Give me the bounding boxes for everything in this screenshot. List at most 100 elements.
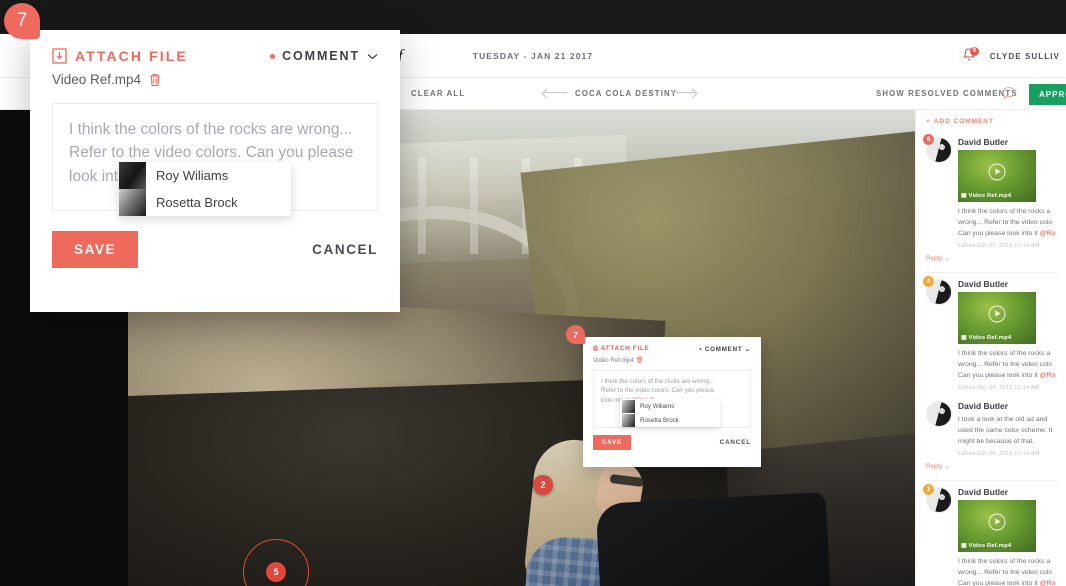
annotation-pin-5[interactable]: 5 [266, 562, 286, 582]
comment-type-label: COMMENT [282, 49, 360, 63]
mini-cancel-button[interactable]: CANCEL [720, 439, 751, 446]
chevron-down-icon: ⌄ [745, 345, 751, 353]
plus-icon: + [926, 118, 931, 125]
mini-suggestion-item[interactable]: Roy Wiliams [620, 399, 720, 413]
comment-mention: @Ro [1039, 372, 1056, 379]
video-attachment-thumbnail[interactable]: ▣ Video Ref.mp4 [958, 500, 1036, 552]
comment-timestamp: Edited Dec 28, 2016 10:14 AM [958, 451, 1040, 457]
comment-bubble-icon[interactable] [1001, 86, 1017, 100]
comment-timestamp: Edited Dec 29, 2016 10:14 AM [958, 243, 1040, 249]
comment-modal[interactable]: ATTACH FILE COMMENT Video Ref.mp4 I thin… [30, 30, 400, 312]
comment-mention: @Ro [1039, 230, 1056, 237]
mini-file-name: Video Ref.mp4 [593, 357, 634, 364]
avatar [926, 401, 952, 427]
trash-icon[interactable] [149, 73, 161, 87]
comment-textarea[interactable]: I think the colors of the rocks are wron… [52, 103, 378, 216]
avatar [622, 399, 635, 413]
mini-comment-type-dropdown[interactable]: • COMMENT ⌄ [699, 346, 751, 353]
reply-button[interactable]: Reply ⌄ [926, 462, 1058, 470]
attach-file-icon [52, 48, 67, 64]
attached-file-row: Video Ref.mp4 [30, 64, 400, 87]
photo-person-legs [595, 492, 831, 586]
comment-item[interactable]: 4 David Butler ▣ Video Ref.mp4 I think t… [916, 273, 1066, 395]
play-icon[interactable] [988, 305, 1006, 323]
comment-status-dot-icon [270, 53, 276, 59]
chevron-down-icon [367, 53, 378, 60]
comment-type-dropdown[interactable]: COMMENT [270, 49, 378, 63]
mini-modal-footer: SAVE CANCEL [583, 428, 761, 450]
mini-suggestion-item[interactable]: Rosetta Brock [620, 413, 720, 427]
attachment-file-name: ▣ Video Ref.mp4 [961, 543, 1012, 549]
attached-file-name: Video Ref.mp4 [52, 72, 142, 87]
big-modal-pin[interactable]: 7 [4, 3, 40, 39]
play-icon[interactable] [988, 513, 1006, 531]
comment-author: David Butler [958, 279, 1009, 289]
mini-comment-textarea[interactable]: I think the colors of the rocks are wron… [593, 370, 751, 428]
comment-item[interactable]: David Butler I took a look at the old ad… [916, 395, 1066, 474]
bell-badge: 9 [969, 47, 979, 56]
play-icon[interactable] [988, 163, 1006, 181]
comment-item[interactable]: 3 David Butler ▣ Video Ref.mp4 I think t… [916, 481, 1066, 586]
attachment-file-name: ▣ Video Ref.mp4 [961, 193, 1012, 199]
comment-author: David Butler [958, 401, 1009, 411]
suggestion-name: Roy Wiliams [156, 168, 229, 183]
modal-header: ATTACH FILE COMMENT [30, 30, 400, 64]
comment-timestamp: Edited Dec 28, 2016 10:14 AM [958, 385, 1040, 391]
attach-file-button[interactable]: ATTACH FILE [52, 48, 188, 64]
avatar [119, 189, 146, 216]
add-comment-button[interactable]: + ADD COMMENT [916, 110, 1066, 131]
project-name-label: COCA COLA DESTINY [575, 89, 678, 98]
video-attachment-thumbnail[interactable]: ▣ Video Ref.mp4 [958, 292, 1036, 344]
show-resolved-comments-button[interactable]: SHOW RESOLVED COMMENTS [876, 78, 1018, 110]
comments-sidebar[interactable]: + ADD COMMENT 6 David Butler ▣ Video Ref.… [915, 110, 1066, 586]
comment-avatar-wrap: 6 [922, 133, 952, 249]
header-right-group: 9 CLYDE SULLIV [962, 34, 1066, 78]
comment-badge: 4 [922, 275, 935, 288]
reply-button[interactable]: Reply ⌄ [926, 254, 1058, 262]
mini-comment-modal[interactable]: ⎙ ATTACH FILE • COMMENT ⌄ Video Ref.mp4 … [583, 337, 761, 467]
comment-badge: 3 [922, 483, 935, 496]
cancel-button[interactable]: CANCEL [312, 242, 378, 257]
comment-text: I think the colors of the rocks a wrong.… [958, 350, 1056, 379]
avatar [622, 413, 635, 427]
mini-modal-pin[interactable]: 7 [566, 325, 585, 344]
save-button[interactable]: SAVE [52, 231, 139, 268]
mini-modal-header: ⎙ ATTACH FILE • COMMENT ⌄ [583, 337, 761, 353]
bell-icon[interactable]: 9 [962, 47, 979, 65]
user-name-label[interactable]: CLYDE SULLIV [990, 52, 1060, 61]
suggestion-name: Rosetta Brock [156, 195, 238, 210]
attach-file-icon: ⎙ [593, 345, 602, 352]
annotation-pin-2[interactable]: 2 [533, 475, 553, 495]
mini-attach-file-button[interactable]: ⎙ ATTACH FILE [593, 345, 649, 353]
comment-mention: @Ro [1039, 580, 1056, 586]
comment-badge: 6 [922, 133, 935, 146]
chevron-down-icon: ⌄ [942, 255, 950, 262]
modal-footer: SAVE CANCEL [30, 211, 400, 268]
comment-text: I think the colors of the rocks a wrong.… [958, 208, 1056, 237]
comment-author: David Butler [958, 137, 1009, 147]
approve-button[interactable]: APPROVE [1029, 84, 1066, 105]
suggestion-item-roy-wiliams[interactable]: Roy Wiliams [119, 162, 291, 189]
mini-save-button[interactable]: SAVE [593, 435, 632, 450]
mini-mention-suggestions[interactable]: Roy Wiliams Rosetta Brock [620, 399, 720, 427]
top-black-strip [0, 0, 1066, 34]
mention-suggestion-list[interactable]: Roy Wiliams Rosetta Brock [119, 162, 291, 216]
comment-text: I took a look at the old ad and used the… [958, 416, 1053, 445]
comment-avatar-wrap: 4 [922, 275, 952, 391]
comment-avatar-wrap [926, 401, 952, 457]
attach-file-label: ATTACH FILE [75, 48, 188, 64]
arrow-right-icon[interactable] [672, 92, 696, 93]
trash-icon[interactable]: 🗑 [636, 357, 644, 364]
comment-avatar-wrap: 3 [922, 483, 952, 586]
avatar [119, 162, 146, 189]
clear-all-button[interactable]: CLEAR ALL [411, 78, 465, 110]
comment-author: David Butler [958, 487, 1009, 497]
comment-item[interactable]: 6 David Butler ▣ Video Ref.mp4 I think t… [916, 131, 1066, 266]
suggestion-item-rosetta-brock[interactable]: Rosetta Brock [119, 189, 291, 216]
video-attachment-thumbnail[interactable]: ▣ Video Ref.mp4 [958, 150, 1036, 202]
attachment-file-name: ▣ Video Ref.mp4 [961, 335, 1012, 341]
chevron-down-icon: ⌄ [942, 463, 950, 470]
arrow-left-icon[interactable] [543, 92, 567, 93]
mini-file-row: Video Ref.mp4 🗑 [583, 353, 761, 364]
comment-text: I think the colors of the rocks a wrong.… [958, 558, 1056, 586]
